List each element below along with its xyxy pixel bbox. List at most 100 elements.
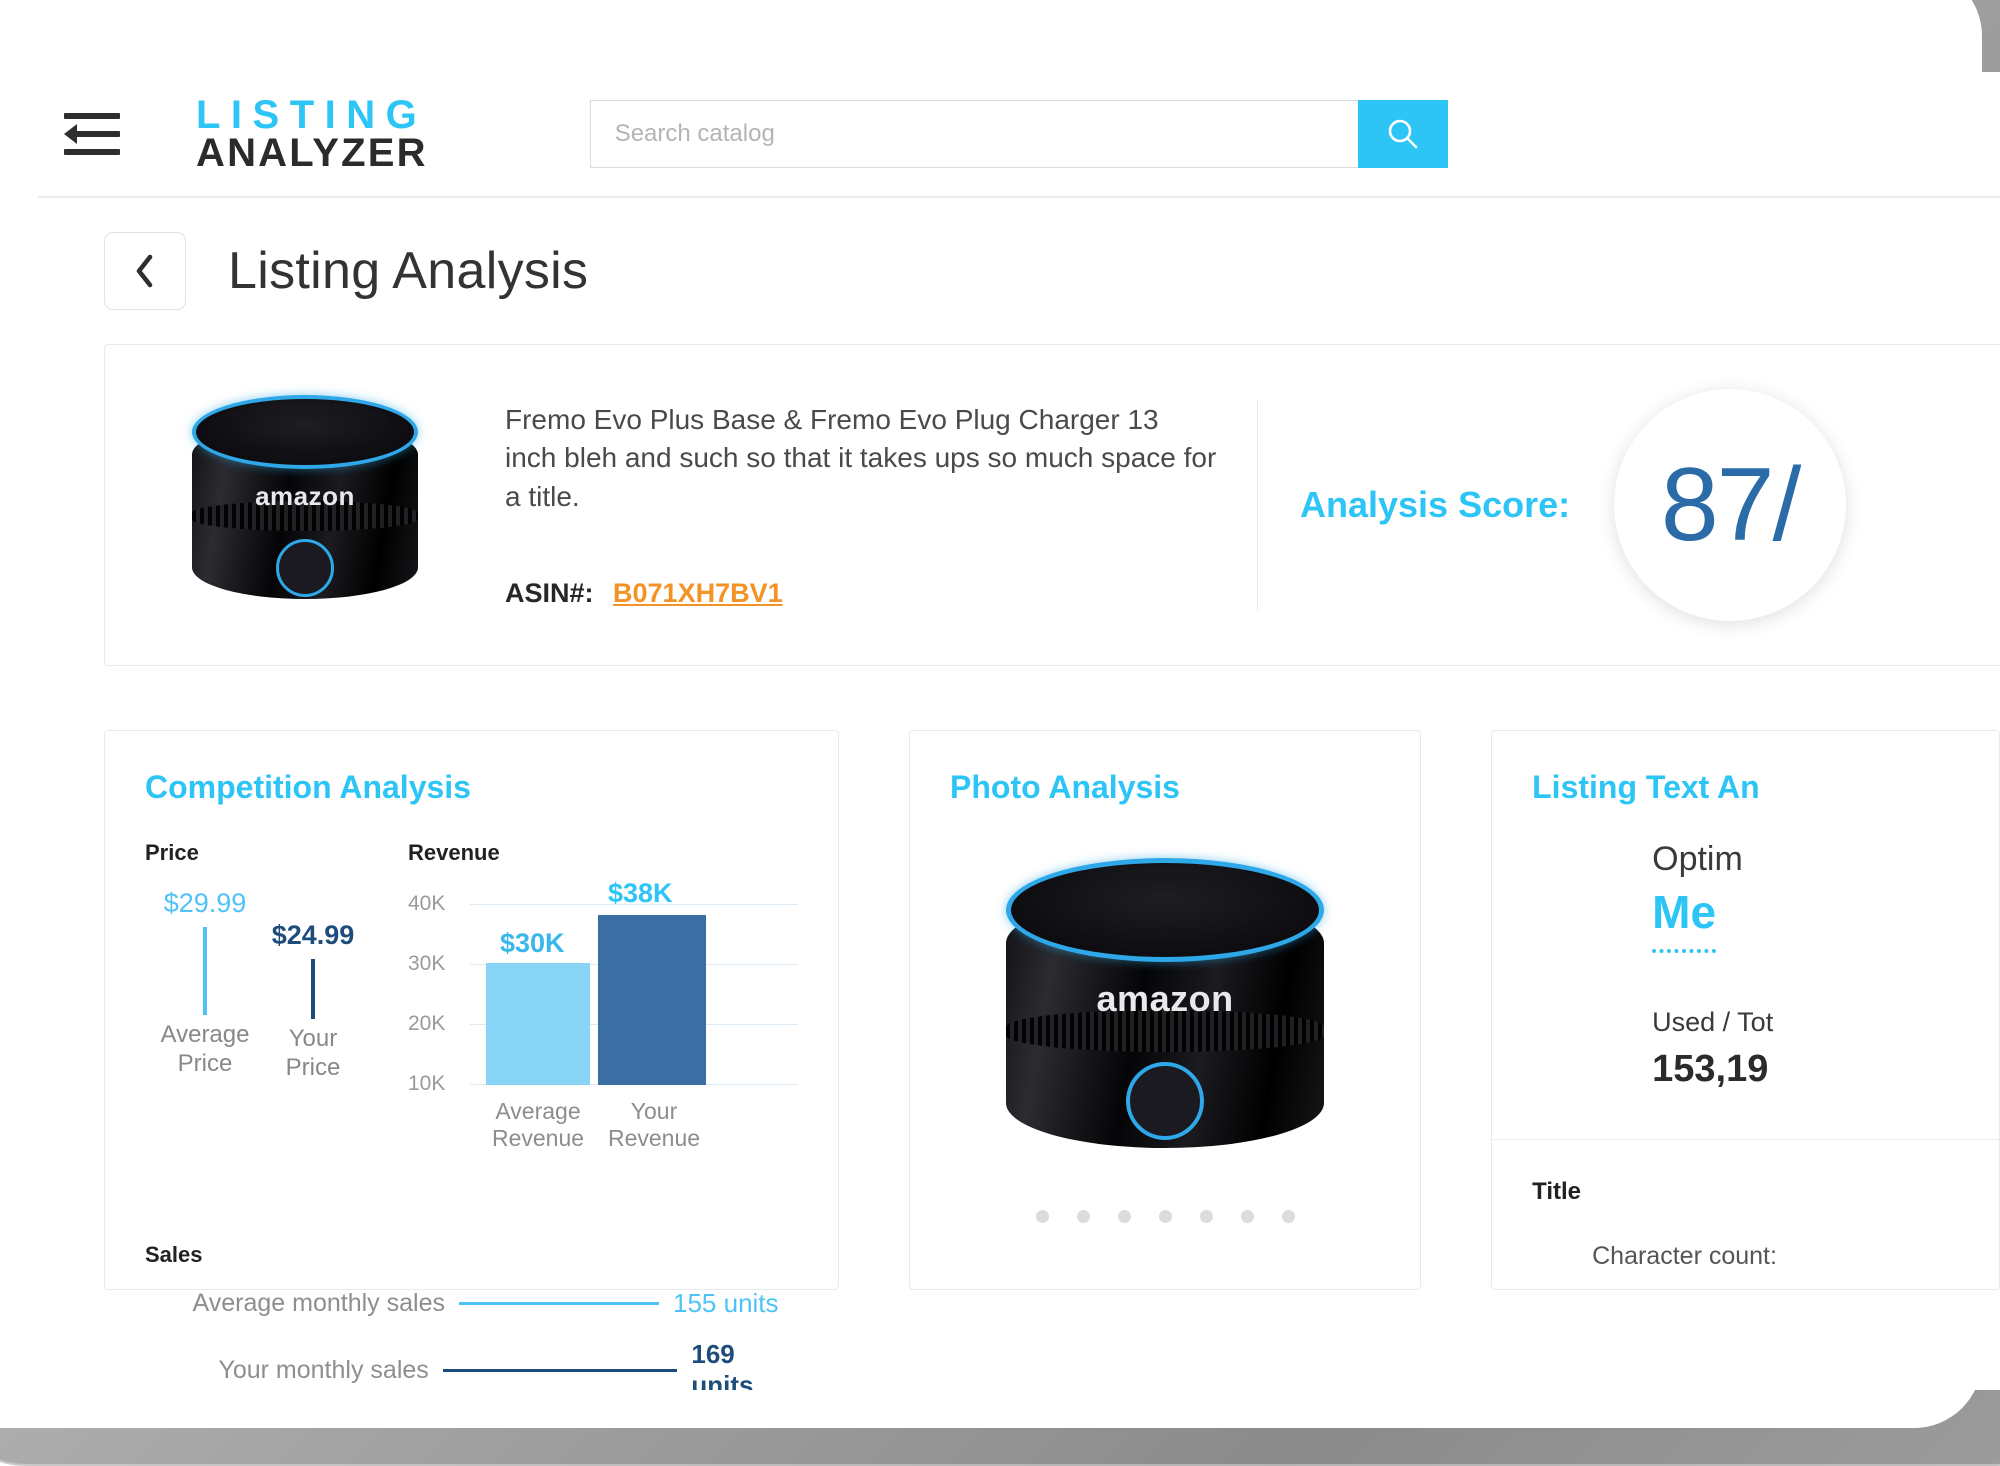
sales-average-label: Average monthly sales [192, 1289, 445, 1317]
analysis-score-section: Analysis Score: 87/ [1257, 389, 2000, 621]
price-your-bar [311, 959, 315, 1019]
sales-average-value: 155 units [673, 1288, 779, 1318]
amazon-brand-text: amazon [1096, 978, 1234, 1019]
competition-analysis-title: Competition Analysis [145, 769, 471, 805]
asin-link[interactable]: B071XH7BV1 [613, 578, 783, 608]
revenue-label-average: $30K [500, 928, 565, 958]
echo-top-ring [1006, 858, 1325, 962]
photo-carousel-dot[interactable] [1199, 1210, 1213, 1223]
product-image: amazon [105, 389, 505, 621]
back-button[interactable] [104, 232, 186, 310]
search-icon [1388, 119, 1418, 149]
hamburger-line-3 [64, 149, 120, 155]
app-logo[interactable]: LISTING ANALYZER [196, 92, 428, 175]
revenue-tick-10k: 10K [408, 1072, 446, 1095]
echo-button [1126, 1062, 1205, 1140]
optimization-label: Optim [1652, 840, 1743, 878]
revenue-caption-your-line1: Your [630, 1098, 678, 1124]
product-summary-card: amazon Fremo Evo Plus Base & Fremo Evo P… [104, 344, 2000, 666]
top-navigation-bar: LISTING ANALYZER [38, 72, 2000, 198]
sales-your-line [442, 1368, 678, 1372]
search-input[interactable] [589, 100, 1358, 168]
revenue-tick-20k: 20K [408, 1012, 446, 1035]
analysis-score-label: Analysis Score: [1300, 484, 1571, 525]
price-average-caption-line1: Average [160, 1021, 250, 1048]
hamburger-menu-icon[interactable] [64, 111, 120, 157]
price-average-column: $29.99 Average Price [145, 888, 265, 1079]
photo-carousel-dots [1035, 1210, 1295, 1223]
listing-text-analysis-card: Listing Text An Optim Me Used / Tot 153,… [1491, 730, 2000, 1290]
revenue-bar-average [486, 963, 590, 1085]
search-button[interactable] [1357, 100, 1448, 168]
search-bar [589, 100, 1448, 168]
echo-dot-illustration: amazon [180, 389, 430, 621]
price-heading: Price [145, 840, 199, 865]
photo-analysis-card: Photo Analysis amazon [909, 730, 1422, 1290]
hamburger-line-2 [72, 131, 120, 137]
listing-text-divider [1492, 1139, 1999, 1140]
photo-carousel-dot[interactable] [1117, 1210, 1131, 1223]
revenue-bar-your [598, 915, 706, 1085]
echo-top-ring [192, 395, 418, 469]
price-average-bar [203, 927, 207, 1015]
revenue-chart-block: Revenue 40K 30K 20K 10K $30K $38K Averag… [408, 840, 798, 1168]
sales-average-line [459, 1302, 659, 1305]
logo-text-analyzer: ANALYZER [196, 131, 428, 175]
price-your-column: $24.99 Your Price [253, 920, 373, 1083]
price-average-value: $29.99 [163, 888, 247, 918]
used-total-value: 153,19 [1652, 1048, 1769, 1090]
page-title: Listing Analysis [228, 242, 589, 300]
revenue-caption-average-line1: Average [495, 1098, 581, 1124]
title-section-heading: Title [1532, 1178, 1582, 1205]
character-count-label: Character count: [1592, 1242, 1777, 1270]
analysis-score-value: 87/ [1660, 446, 1802, 563]
revenue-tick-40k: 40K [408, 892, 446, 915]
price-your-caption-line2: Price [285, 1053, 341, 1081]
revenue-caption-your: Your Revenue [600, 1098, 708, 1152]
echo-button [276, 539, 334, 597]
sales-heading: Sales [145, 1242, 203, 1267]
revenue-label-your: $38K [608, 878, 673, 908]
sales-block: Sales Average monthly sales 155 units Yo… [145, 1242, 798, 1390]
revenue-heading: Revenue [408, 840, 500, 865]
revenue-caption-your-line2: Revenue [607, 1125, 701, 1152]
page-header: Listing Analysis [38, 198, 2000, 334]
price-your-caption: Your Price [253, 1025, 373, 1083]
revenue-caption-average-line2: Revenue [491, 1125, 585, 1152]
analysis-score-circle: 87/ [1614, 389, 1847, 621]
photo-carousel-dot[interactable] [1035, 1210, 1049, 1223]
photo-carousel-dot[interactable] [1158, 1210, 1172, 1223]
hamburger-arrow-icon [64, 124, 77, 144]
competition-charts: Price $29.99 Average Price $24.99 Your P… [145, 840, 798, 1168]
sales-your-value: 169 units [691, 1339, 754, 1390]
revenue-caption-average: Average Revenue [472, 1098, 604, 1152]
sales-your-row: Your monthly sales 169 units [145, 1339, 798, 1390]
amazon-brand-text: amazon [255, 481, 355, 511]
photo-carousel-dot[interactable] [1076, 1210, 1090, 1223]
used-total-label: Used / Tot [1652, 1007, 1774, 1037]
listing-text-analysis-title: Listing Text An [1532, 769, 1760, 805]
photo-analysis-body: amazon [950, 840, 1380, 1223]
listing-text-analysis-body: Optim Me Used / Tot 153,19 [1532, 840, 1959, 1091]
analysis-cards-row: Competition Analysis Price $29.99 Averag… [104, 730, 2000, 1390]
photo-carousel-dot[interactable] [1240, 1210, 1254, 1223]
price-chart-block: Price $29.99 Average Price $24.99 Your P… [145, 840, 398, 1168]
photo-carousel-dot[interactable] [1281, 1210, 1295, 1223]
price-average-caption-line2: Price [177, 1049, 233, 1077]
photo-product-image[interactable]: amazon [990, 850, 1340, 1180]
price-chart: $29.99 Average Price $24.99 Your Price [145, 888, 398, 1088]
logo-text-listing: LISTING [196, 92, 428, 137]
revenue-chart: 40K 30K 20K 10K $30K $38K [408, 878, 798, 1096]
product-info: Fremo Evo Plus Base & Fremo Evo Plug Cha… [505, 401, 1257, 610]
revenue-tick-30k: 30K [408, 952, 446, 975]
chevron-left-icon [136, 254, 153, 288]
price-average-caption: Average Price [145, 1021, 265, 1079]
asin-row: ASIN#: B071XH7BV1 [505, 578, 1217, 609]
price-your-caption-line1: Your [288, 1025, 338, 1052]
photo-analysis-title: Photo Analysis [950, 769, 1180, 805]
sales-your-label: Your monthly sales [218, 1355, 429, 1384]
echo-dot-illustration-large: amazon [990, 850, 1340, 1180]
hamburger-line-1 [64, 113, 120, 119]
price-your-value: $24.99 [271, 920, 355, 950]
optimization-value: Me [1652, 885, 1717, 953]
